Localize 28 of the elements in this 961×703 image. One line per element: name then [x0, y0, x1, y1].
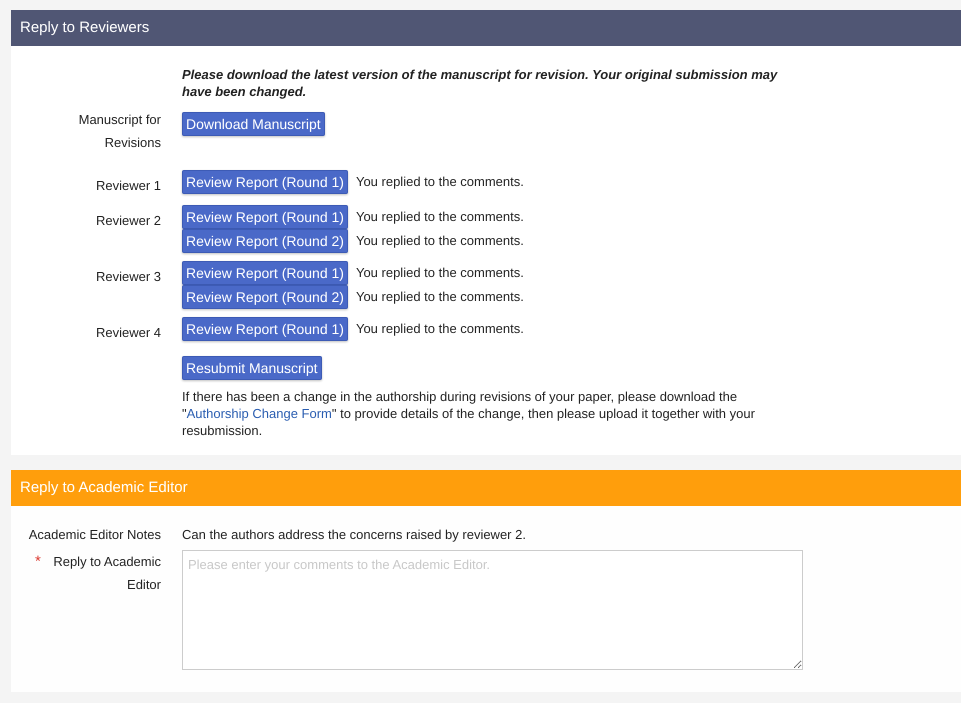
status-text: You replied to the comments.: [356, 173, 524, 192]
form-link[interactable]: Authorship Change Form: [186, 406, 332, 421]
status-text: You replied to the comments.: [356, 208, 524, 226]
resubmit-button[interactable]: Resubmit Manuscript: [182, 356, 322, 380]
reviewer-label: Reviewer 2: [94, 212, 161, 230]
section-header: Reply to Reviewers: [11, 10, 961, 46]
info-paragraph: If there has been a change in the authorship during revisions of your paper, please download the "Authorship Change Form" to provide details of the change, then please upload it together with your resubmission.: [182, 388, 756, 439]
reviewer-label: Reviewer 3: [94, 268, 161, 286]
status-text: You replied to the comments.: [356, 264, 524, 282]
notice-text: Please download the latest version of the manuscript for revision. Your original submission may have been changed.: [182, 66, 779, 100]
download-button[interactable]: Download Manuscript: [182, 112, 325, 136]
review-report-button[interactable]: Review Report (Round 2): [182, 285, 348, 309]
review-report-button[interactable]: Review Report (Round 1): [182, 170, 348, 194]
status-text: You replied to the comments.: [356, 320, 524, 338]
status-text: You replied to the comments.: [356, 232, 524, 250]
reviewer-label: Reviewer 1: [94, 177, 161, 195]
section-header: Reply to Academic Editor: [11, 470, 961, 506]
required-mark: *: [35, 552, 41, 572]
review-report-button[interactable]: Review Report (Round 1): [182, 317, 348, 341]
reviewer-label: Reviewer 4: [94, 324, 161, 342]
field-label: Reply to Academic Editor: [52, 553, 161, 594]
field-label: Manuscript for Revisions: [78, 111, 161, 152]
field-label: Academic Editor Notes: [28, 526, 161, 544]
review-report-button[interactable]: Review Report (Round 1): [182, 205, 348, 229]
review-report-button[interactable]: Review Report (Round 2): [182, 229, 348, 253]
status-text: You replied to the comments.: [356, 288, 524, 306]
review-report-button[interactable]: Review Report (Round 1): [182, 261, 348, 285]
notes-text: Can the authors address the concerns raised by reviewer 2.: [182, 526, 527, 544]
